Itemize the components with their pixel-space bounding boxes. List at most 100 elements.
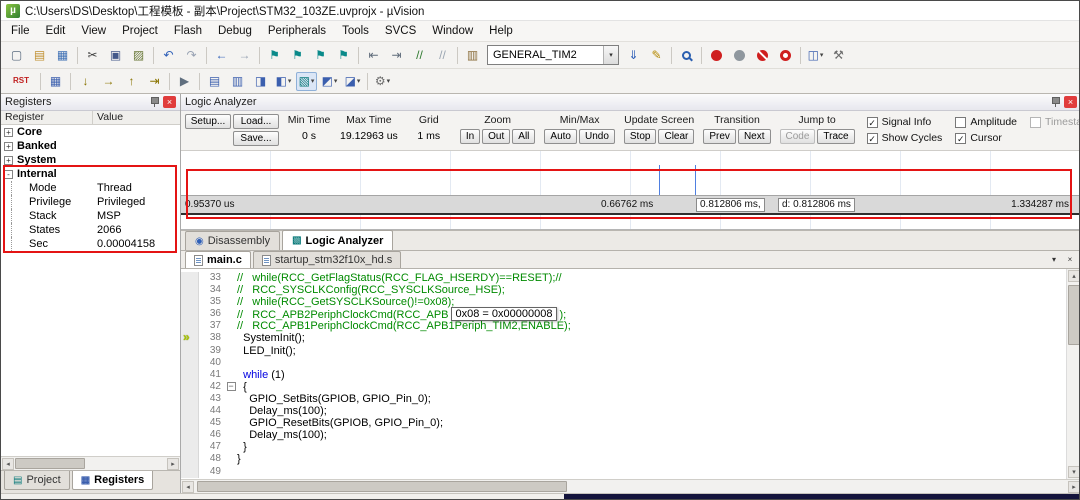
trace-windows-button[interactable]: ◩▾ (319, 72, 340, 91)
la-button-auto[interactable]: Auto (544, 129, 577, 144)
checkbox-signal-info[interactable]: ✓Signal Info (867, 116, 943, 128)
undo-button[interactable]: ↶ (158, 46, 179, 65)
trace-windows-dropdown-icon[interactable]: ▾ (334, 77, 338, 85)
breakpoint-margin[interactable] (181, 357, 199, 369)
open-file-button[interactable]: ▤ (29, 46, 50, 65)
scroll-thumb[interactable] (197, 481, 567, 492)
register-row-mode[interactable]: ModeThread (1, 181, 180, 195)
configure-button[interactable]: ⚒ (828, 46, 849, 65)
scroll-thumb[interactable] (15, 458, 85, 469)
scroll-up-icon[interactable]: ▴ (1068, 270, 1080, 282)
code-line-37[interactable]: 37// RCC_APB1PeriphClockCmd(RCC_APB1Peri… (181, 320, 1066, 332)
edit-button[interactable]: ✎ (646, 46, 667, 65)
code-line-40[interactable]: 40 (181, 357, 1066, 369)
code-line-36[interactable]: 36// RCC_APB2PeriphClockCmd(RCC_APB0x08 … (181, 308, 1066, 320)
scroll-left-icon[interactable]: ◂ (182, 481, 194, 493)
code-line-43[interactable]: 43 GPIO_SetBits(GPIOB, GPIO_Pin_0); (181, 393, 1066, 405)
code-line-45[interactable]: 45 GPIO_ResetBits(GPIOB, GPIO_Pin_0); (181, 417, 1066, 429)
breakpoint-margin[interactable]: » (181, 332, 199, 344)
tab-startup-s[interactable]: startup_stm32f10x_hd.s (253, 251, 401, 268)
checkbox-cursor[interactable]: ✓Cursor (955, 132, 1017, 144)
breakpoint-margin[interactable] (181, 381, 199, 393)
unindent-button[interactable]: ⇤ (363, 46, 384, 65)
bookmark-toggle-button[interactable]: ⚑ (264, 46, 285, 65)
menu-help[interactable]: Help (481, 22, 521, 40)
checkbox-box-icon[interactable]: ✓ (867, 133, 878, 144)
tab-registers[interactable]: ▦ Registers (72, 471, 154, 490)
tab-project[interactable]: ▤ Project (4, 471, 70, 490)
breakpoint-margin[interactable] (181, 272, 199, 284)
step-out-button[interactable]: ↑ (121, 72, 142, 91)
save-button[interactable]: Save... (233, 131, 279, 146)
expander-icon[interactable]: + (4, 156, 13, 165)
target-select[interactable]: GENERAL_TIM2▾ (487, 45, 619, 65)
system-viewer-dropdown-icon[interactable]: ▾ (357, 77, 361, 85)
copy-button[interactable]: ▣ (105, 46, 126, 65)
menu-window[interactable]: Window (424, 22, 481, 40)
run-to-cursor-button[interactable]: ⇥ (144, 72, 165, 91)
code-line-41[interactable]: 41 while (1) (181, 369, 1066, 381)
menu-file[interactable]: File (3, 22, 38, 40)
code-line-34[interactable]: 34// RCC_SYSCLKConfig(RCC_SYSCLKSource_H… (181, 284, 1066, 296)
la-button-out[interactable]: Out (482, 129, 510, 144)
indent-button[interactable]: ⇥ (386, 46, 407, 65)
load-button[interactable]: Load... (233, 114, 279, 129)
navigate-forward-button[interactable]: → (234, 46, 255, 65)
menu-edit[interactable]: Edit (38, 22, 74, 40)
command-window-button[interactable]: ▤ (204, 72, 225, 91)
toolbox-button[interactable]: ⚙▾ (372, 72, 393, 91)
breakpoint-margin[interactable] (181, 284, 199, 296)
navigate-back-button[interactable]: ← (211, 46, 232, 65)
menu-project[interactable]: Project (114, 22, 166, 40)
breakpoint-margin[interactable] (181, 296, 199, 308)
disassembly-window-button[interactable]: ▥ (227, 72, 248, 91)
pin-icon[interactable] (149, 96, 160, 108)
register-row-system[interactable]: +System (1, 153, 180, 167)
checkbox-box-icon[interactable]: ✓ (955, 133, 966, 144)
paste-button[interactable]: ▨ (128, 46, 149, 65)
symbol-window-button[interactable]: ◨ (250, 72, 271, 91)
breakpoint-margin[interactable] (181, 429, 199, 441)
register-row-core[interactable]: +Core (1, 125, 180, 139)
checkbox-box-icon[interactable]: ✓ (867, 117, 878, 128)
tab-logic-analyzer[interactable]: ▧ Logic Analyzer (282, 230, 393, 250)
expander-icon[interactable]: + (4, 128, 13, 137)
target-select-dropdown-icon[interactable]: ▾ (603, 46, 618, 64)
la-button-trace[interactable]: Trace (817, 129, 854, 144)
breakpoint-margin[interactable] (181, 345, 199, 357)
scroll-left-icon[interactable]: ◂ (2, 458, 14, 470)
register-row-stack[interactable]: StackMSP (1, 209, 180, 223)
checkbox-timestamps-enable[interactable]: Timestamps Enable (1030, 116, 1080, 128)
flash-download-button[interactable]: ⇓ (623, 46, 644, 65)
register-row-internal[interactable]: -Internal (1, 167, 180, 181)
breakpoint-margin[interactable] (181, 393, 199, 405)
scroll-right-icon[interactable]: ▸ (1068, 481, 1080, 493)
uncomment-selection-button[interactable]: // (432, 46, 453, 65)
registers-hscrollbar[interactable]: ◂ ▸ (1, 456, 180, 470)
serial-windows-dropdown-icon[interactable]: ▾ (288, 77, 292, 85)
code-line-35[interactable]: 35// while(RCC_GetSYSCLKSource()!=0x08); (181, 296, 1066, 308)
toolbox-dropdown-icon[interactable]: ▾ (387, 77, 391, 85)
tab-list-dropdown-icon[interactable]: ▾ (1047, 253, 1061, 266)
code-line-38[interactable]: »38 SystemInit(); (181, 332, 1066, 344)
register-row-privilege[interactable]: PrivilegePrivileged (1, 195, 180, 209)
breakpoint-margin[interactable] (181, 466, 199, 478)
breakpoint-margin[interactable] (181, 441, 199, 453)
close-document-icon[interactable]: × (1063, 253, 1077, 266)
register-row-states[interactable]: States2066 (1, 223, 180, 237)
code-editor[interactable]: 33// while(RCC_GetFlagStatus(RCC_FLAG_HS… (181, 269, 1066, 479)
breakpoint-margin[interactable] (181, 417, 199, 429)
find-in-files-button[interactable] (676, 46, 697, 65)
redo-button[interactable]: ↷ (181, 46, 202, 65)
checkbox-show-cycles[interactable]: ✓Show Cycles (867, 132, 943, 144)
step-over-button[interactable]: → (98, 72, 119, 91)
analysis-windows-dropdown-icon[interactable]: ▾ (311, 77, 315, 85)
scroll-thumb[interactable] (1068, 285, 1080, 345)
la-button-prev[interactable]: Prev (703, 129, 736, 144)
breakpoint-disable-button[interactable] (729, 46, 750, 65)
la-button-in[interactable]: In (460, 129, 480, 144)
analysis-windows-button[interactable]: ▧▾ (296, 72, 317, 91)
la-button-next[interactable]: Next (738, 129, 771, 144)
code-line-49[interactable]: 49 (181, 466, 1066, 478)
code-line-44[interactable]: 44 Delay_ms(100); (181, 405, 1066, 417)
